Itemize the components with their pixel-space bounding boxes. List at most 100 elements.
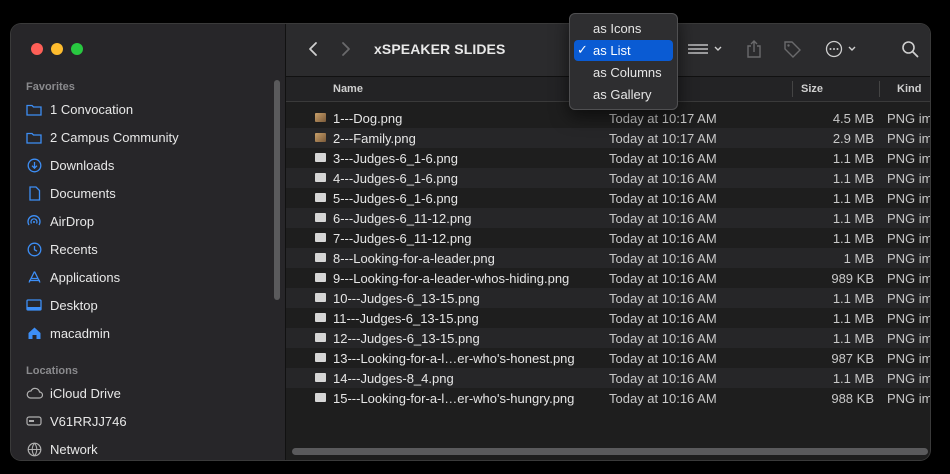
file-kind: PNG im [887, 331, 930, 346]
window-title: xSPEAKER SLIDES [374, 41, 506, 57]
file-name: 5---Judges-6_1-6.png [333, 191, 459, 206]
file-kind: PNG im [887, 311, 930, 326]
file-size: 4.5 MB [832, 111, 874, 126]
image-file-icon [315, 373, 326, 382]
sidebar-item-recents[interactable]: Recents [25, 237, 275, 261]
sidebar-item-icloud-drive[interactable]: iCloud Drive [25, 381, 275, 405]
ellipsis-circle-icon [825, 40, 843, 58]
sidebar-item-label: Network [50, 441, 98, 457]
file-size: 1.1 MB [832, 171, 874, 186]
menu-item-as-list[interactable]: ✓ as List [574, 40, 673, 61]
sidebar-item-1-convocation[interactable]: 1 Convocation [25, 97, 275, 121]
chevron-left-icon [309, 42, 317, 56]
file-list: 1---Dog.png Today at 10:17 AM 4.5 MB PNG im… [286, 108, 930, 408]
file-date-modified: Today at 10:16 AM [609, 331, 717, 346]
image-file-icon [315, 253, 326, 262]
file-row[interactable]: 8---Looking-for-a-leader.png Today at 10:… [286, 248, 930, 268]
file-date-modified: Today at 10:16 AM [609, 351, 717, 366]
downloads-icon [25, 157, 43, 173]
sidebar-scrollbar[interactable] [274, 80, 280, 300]
file-date-modified: Today at 10:16 AM [609, 211, 717, 226]
file-size: 1.1 MB [832, 231, 874, 246]
file-row[interactable]: 9---Looking-for-a-leader-whos-hiding.png… [286, 268, 930, 288]
file-row[interactable]: 14---Judges-8_4.png Today at 10:16 AM 1.1 … [286, 368, 930, 388]
menu-item-as-icons[interactable]: as Icons [574, 18, 673, 39]
file-size: 1.1 MB [832, 371, 874, 386]
zoom-window-button[interactable] [71, 43, 83, 55]
file-name: 6---Judges-6_11-12.png [333, 211, 472, 226]
column-kind[interactable]: Kind [897, 83, 921, 95]
sidebar-section-favorites: Favorites [26, 81, 75, 93]
chevron-right-icon [342, 42, 350, 56]
sidebar-item-airdrop[interactable]: AirDrop [25, 209, 275, 233]
file-size: 988 KB [831, 391, 874, 406]
column-divider[interactable] [792, 81, 793, 97]
folder-icon [25, 129, 43, 145]
image-file-icon [315, 393, 326, 402]
file-row[interactable]: 10---Judges-6_13-15.png Today at 10:16 AM… [286, 288, 930, 308]
column-size[interactable]: Size [801, 83, 823, 95]
cloud-icon [25, 385, 43, 401]
sidebar-item-label: Desktop [50, 297, 98, 313]
chevron-down-icon [848, 46, 856, 51]
back-button[interactable] [302, 38, 324, 60]
sidebar-item-2-campus-community[interactable]: 2 Campus Community [25, 125, 275, 149]
search-button[interactable] [900, 38, 920, 60]
file-row[interactable]: 3---Judges-6_1-6.png Today at 10:16 AM 1.1… [286, 148, 930, 168]
sidebar-item-v61rrjj746[interactable]: V61RRJJ746 [25, 409, 275, 433]
file-date-modified: Today at 10:16 AM [609, 191, 717, 206]
file-row[interactable]: 11---Judges-6_13-15.png Today at 10:16 AM… [286, 308, 930, 328]
image-file-icon [315, 173, 326, 182]
file-row[interactable]: 13---Looking-for-a-l…er-who's-honest.png… [286, 348, 930, 368]
file-row[interactable]: 1---Dog.png Today at 10:17 AM 4.5 MB PNG im [286, 108, 930, 128]
file-size: 989 KB [831, 271, 874, 286]
file-row[interactable]: 7---Judges-6_11-12.png Today at 10:16 AM 1… [286, 228, 930, 248]
file-date-modified: Today at 10:16 AM [609, 391, 717, 406]
file-row[interactable]: 2---Family.png Today at 10:17 AM 2.9 MB PNG… [286, 128, 930, 148]
desktop-icon [25, 297, 43, 313]
clock-icon [25, 241, 43, 257]
file-name: 9---Looking-for-a-leader-whos-hiding.png [333, 271, 570, 286]
file-row[interactable]: 5---Judges-6_1-6.png Today at 10:16 AM 1.1… [286, 188, 930, 208]
tag-icon [784, 41, 801, 58]
sidebar-item-applications[interactable]: Applications [25, 265, 275, 289]
horizontal-scrollbar[interactable] [292, 448, 928, 455]
sidebar-item-label: Recents [50, 241, 98, 257]
file-row[interactable]: 12---Judges-6_13-15.png Today at 10:16 AM… [286, 328, 930, 348]
more-actions-button[interactable] [824, 38, 860, 60]
view-options-button[interactable] [682, 38, 726, 60]
file-size: 1.1 MB [832, 191, 874, 206]
file-row[interactable]: 6---Judges-6_11-12.png Today at 10:16 AM 1… [286, 208, 930, 228]
sidebar-item-label: iCloud Drive [50, 385, 121, 401]
file-name: 12---Judges-6_13-15.png [333, 331, 480, 346]
image-file-icon [315, 153, 326, 162]
menu-item-as-columns[interactable]: as Columns [574, 62, 673, 83]
sidebar-item-desktop[interactable]: Desktop [25, 293, 275, 317]
sidebar-item-documents[interactable]: Documents [25, 181, 275, 205]
file-row[interactable]: 15---Looking-for-a-l…er-who's-hungry.png… [286, 388, 930, 408]
file-date-modified: Today at 10:16 AM [609, 151, 717, 166]
sidebar: Favorites 1 Convocation 2 Campus Communi… [11, 24, 286, 460]
close-window-button[interactable] [31, 43, 43, 55]
file-date-modified: Today at 10:16 AM [609, 231, 717, 246]
tag-button[interactable] [781, 38, 803, 60]
column-divider[interactable] [879, 81, 880, 97]
sidebar-item-macadmin[interactable]: macadmin [25, 321, 275, 345]
menu-item-as-gallery[interactable]: as Gallery [574, 84, 673, 105]
file-kind: PNG im [887, 251, 930, 266]
file-date-modified: Today at 10:16 AM [609, 271, 717, 286]
file-date-modified: Today at 10:16 AM [609, 311, 717, 326]
sidebar-item-downloads[interactable]: Downloads [25, 153, 275, 177]
file-date-modified: Today at 10:16 AM [609, 291, 717, 306]
file-size: 987 KB [831, 351, 874, 366]
image-file-icon [315, 313, 326, 322]
finder-window: Favorites 1 Convocation 2 Campus Communi… [11, 24, 930, 460]
column-name[interactable]: Name [333, 83, 363, 95]
share-button[interactable] [744, 38, 764, 60]
file-row[interactable]: 4---Judges-6_1-6.png Today at 10:16 AM 1.1… [286, 168, 930, 188]
minimize-window-button[interactable] [51, 43, 63, 55]
list-view-icon [688, 44, 708, 54]
forward-button[interactable] [335, 38, 357, 60]
sidebar-item-network[interactable]: Network [25, 437, 275, 460]
file-size: 1 MB [843, 251, 874, 266]
